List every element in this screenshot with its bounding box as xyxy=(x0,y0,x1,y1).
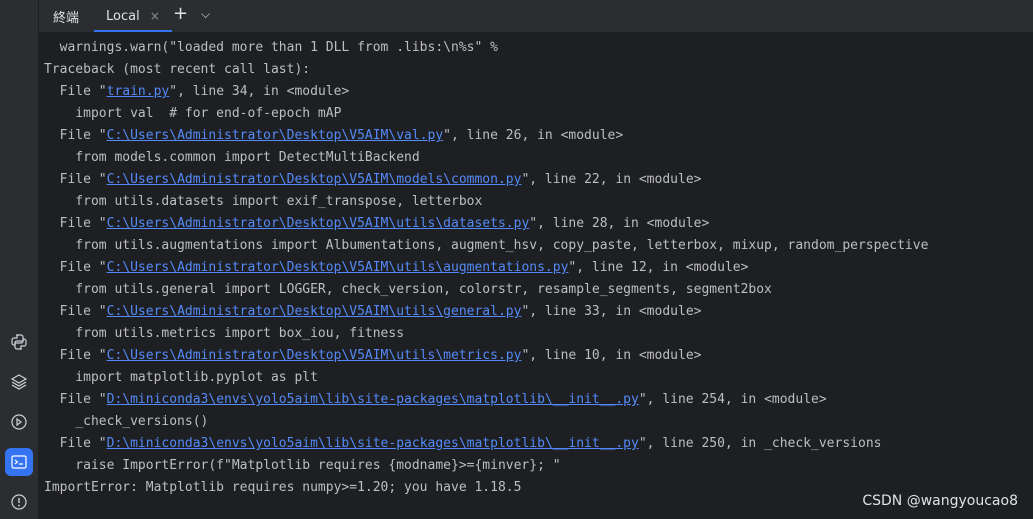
terminal-line: File "C:\Users\Administrator\Desktop\V5A… xyxy=(44,125,1025,147)
terminal-text: ", line 22, in <module> xyxy=(521,172,702,187)
terminal-line: warnings.warn("loaded more than 1 DLL fr… xyxy=(44,37,1025,59)
terminal-text: File " xyxy=(44,436,107,451)
terminal-line: _check_versions() xyxy=(44,411,1025,433)
terminal-line: from utils.metrics import box_iou, fitne… xyxy=(44,323,1025,345)
terminal-text: File " xyxy=(44,348,107,363)
file-link[interactable]: C:\Users\Administrator\Desktop\V5AIM\uti… xyxy=(107,304,522,319)
terminal-panel-title: 終端 xyxy=(53,11,80,26)
terminal-text: raise ImportError(f"Matplotlib requires … xyxy=(44,458,561,473)
file-link[interactable]: D:\miniconda3\envs\yolo5aim\lib\site-pac… xyxy=(107,436,639,451)
file-link[interactable]: C:\Users\Administrator\Desktop\V5AIM\uti… xyxy=(107,260,569,275)
terminal-line: from utils.general import LOGGER, check_… xyxy=(44,279,1025,301)
terminal-line: import matplotlib.pyplot as plt xyxy=(44,367,1025,389)
left-tool-sidebar xyxy=(0,0,39,519)
terminal-line: from models.common import DetectMultiBac… xyxy=(44,147,1025,169)
terminal-line: File "D:\miniconda3\envs\yolo5aim\lib\si… xyxy=(44,433,1025,455)
terminal-line: Traceback (most recent call last): xyxy=(44,59,1025,81)
terminal-line: File "C:\Users\Administrator\Desktop\V5A… xyxy=(44,213,1025,235)
terminal-line: File "C:\Users\Administrator\Desktop\V5A… xyxy=(44,345,1025,367)
terminal-text: from utils.metrics import box_iou, fitne… xyxy=(44,326,405,341)
python-icon[interactable] xyxy=(5,328,33,356)
terminal-text: File " xyxy=(44,84,107,99)
file-link[interactable]: C:\Users\Administrator\Desktop\V5AIM\uti… xyxy=(107,216,530,231)
terminal-text: File " xyxy=(44,392,107,407)
layers-icon[interactable] xyxy=(5,368,33,396)
add-tab-icon[interactable]: + xyxy=(173,3,188,24)
terminal-line: File "C:\Users\Administrator\Desktop\V5A… xyxy=(44,169,1025,191)
terminal-output[interactable]: warnings.warn("loaded more than 1 DLL fr… xyxy=(44,37,1025,519)
terminal-text: from utils.augmentations import Albument… xyxy=(44,238,929,253)
terminal-text: ", line 26, in <module> xyxy=(443,128,624,143)
terminal-line: File "C:\Users\Administrator\Desktop\V5A… xyxy=(44,257,1025,279)
terminal-text: from utils.datasets import exif_transpos… xyxy=(44,194,483,209)
terminal-text: ", line 12, in <module> xyxy=(568,260,749,275)
terminal-text: warnings.warn("loaded more than 1 DLL fr… xyxy=(44,40,498,55)
terminal-text: import val # for end-of-epoch mAP xyxy=(44,106,342,121)
terminal-text: ", line 10, in <module> xyxy=(521,348,702,363)
close-icon[interactable]: × xyxy=(150,9,160,23)
file-link[interactable]: C:\Users\Administrator\Desktop\V5AIM\val… xyxy=(107,128,444,143)
terminal-text: ", line 28, in <module> xyxy=(529,216,710,231)
terminal-text: ", line 250, in _check_versions xyxy=(638,436,882,451)
file-link[interactable]: C:\Users\Administrator\Desktop\V5AIM\mod… xyxy=(107,172,522,187)
problems-icon[interactable] xyxy=(5,488,33,516)
terminal-text: ", line 254, in <module> xyxy=(638,392,827,407)
terminal-text: import matplotlib.pyplot as plt xyxy=(44,370,318,385)
terminal-line: File "train.py", line 34, in <module> xyxy=(44,81,1025,103)
terminal-text: File " xyxy=(44,172,107,187)
terminal-line: File "D:\miniconda3\envs\yolo5aim\lib\si… xyxy=(44,389,1025,411)
file-link[interactable]: train.py xyxy=(107,84,170,99)
terminal-text: _check_versions() xyxy=(44,414,209,429)
terminal-line: raise ImportError(f"Matplotlib requires … xyxy=(44,455,1025,477)
terminal-line: from utils.datasets import exif_transpos… xyxy=(44,191,1025,213)
tab-local-label: Local xyxy=(106,8,140,24)
watermark: CSDN @wangyoucao8 xyxy=(862,493,1018,509)
terminal-text: ", line 34, in <module> xyxy=(169,84,350,99)
file-link[interactable]: D:\miniconda3\envs\yolo5aim\lib\site-pac… xyxy=(107,392,639,407)
terminal-text: ", line 33, in <module> xyxy=(521,304,702,319)
terminal-text: Traceback (most recent call last): xyxy=(44,62,311,77)
terminal-line: import val # for end-of-epoch mAP xyxy=(44,103,1025,125)
terminal-icon[interactable] xyxy=(5,448,33,476)
tab-local[interactable]: Local × xyxy=(94,0,172,32)
terminal-text: from models.common import DetectMultiBac… xyxy=(44,150,420,165)
terminal-text: File " xyxy=(44,260,107,275)
terminal-text: from utils.general import LOGGER, check_… xyxy=(44,282,772,297)
terminal-text: File " xyxy=(44,304,107,319)
terminal-text: File " xyxy=(44,216,107,231)
file-link[interactable]: C:\Users\Administrator\Desktop\V5AIM\uti… xyxy=(107,348,522,363)
terminal-text: File " xyxy=(44,128,107,143)
terminal-tabbar: 終端 Local × + ⌵ xyxy=(39,0,1033,33)
terminal-line: from utils.augmentations import Albument… xyxy=(44,235,1025,257)
services-icon[interactable] xyxy=(5,408,33,436)
chevron-down-icon[interactable]: ⌵ xyxy=(201,7,210,22)
terminal-line: File "C:\Users\Administrator\Desktop\V5A… xyxy=(44,301,1025,323)
terminal-text: ImportError: Matplotlib requires numpy>=… xyxy=(44,480,522,495)
